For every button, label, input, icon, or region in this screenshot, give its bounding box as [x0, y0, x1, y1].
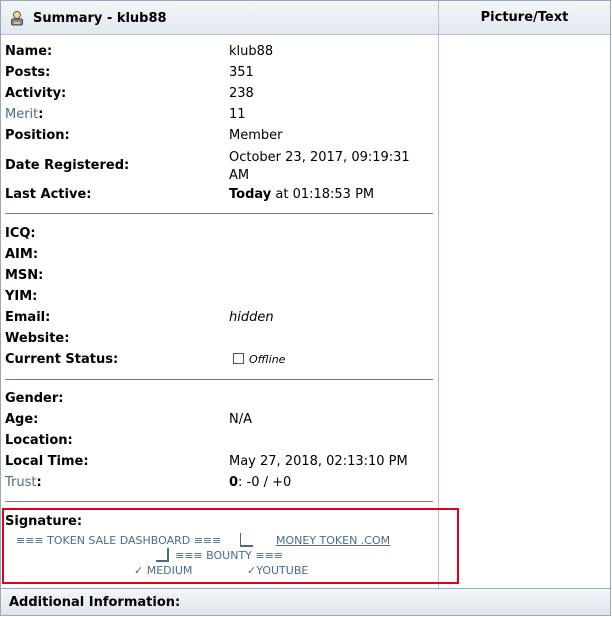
name-row: Name: klub88 — [5, 44, 430, 64]
last-active-label: Last Active: — [5, 187, 92, 202]
summary-title: Summary - klub88 — [33, 11, 167, 26]
msn-label: MSN: — [5, 268, 44, 283]
icq-label: ICQ: — [5, 226, 36, 241]
location-label: Location: — [5, 433, 73, 448]
yim-row: YIM: — [5, 289, 430, 309]
posts-row: Posts: 351 — [5, 65, 430, 85]
signature-youtube-link[interactable]: ✓YOUTUBE — [247, 564, 308, 577]
name-label: Name: — [5, 44, 53, 59]
additional-info-header: Additional Information: — [1, 588, 610, 615]
website-row: Website: — [5, 331, 430, 351]
trust-detail: : -0 / +0 — [238, 475, 292, 490]
logo-bracket-right-icon — [156, 548, 169, 562]
yim-label: YIM: — [5, 289, 38, 304]
user-icon — [11, 11, 23, 26]
msn-row: MSN: — [5, 268, 430, 288]
last-active-row: Last Active: Today at 01:18:53 PM — [5, 187, 430, 207]
divider-3 — [5, 501, 433, 502]
trust-label-wrap: Trust: — [5, 475, 42, 490]
offline-status-icon — [233, 353, 244, 364]
status-value: Offline — [233, 353, 285, 366]
position-value: Member — [229, 128, 283, 143]
name-value: klub88 — [229, 44, 274, 59]
local-time-value: May 27, 2018, 02:13:10 PM — [229, 454, 408, 469]
summary-header: Summary - klub88 — [1, 1, 438, 35]
trust-row: Trust: 0: -0 / +0 — [5, 475, 430, 495]
activity-row: Activity: 238 — [5, 86, 430, 106]
merit-row: Merit: 11 — [5, 107, 430, 127]
picture-text-header: Picture/Text — [439, 1, 610, 35]
posts-label: Posts: — [5, 65, 51, 80]
local-time-label: Local Time: — [5, 454, 89, 469]
email-value: hidden — [229, 310, 274, 325]
signature-highlight-box: ≡≡≡ TOKEN SALE DASHBOARD ≡≡≡ MONEY TOKEN… — [2, 508, 459, 584]
local-time-row: Local Time: May 27, 2018, 02:13:10 PM — [5, 454, 430, 474]
merit-value: 11 — [229, 107, 246, 122]
signature-line-1a[interactable]: ≡≡≡ TOKEN SALE DASHBOARD ≡≡≡ — [16, 534, 221, 547]
date-registered-label: Date Registered: — [5, 158, 130, 173]
age-label: Age: — [5, 412, 39, 427]
trust-score: 0 — [229, 475, 239, 490]
position-label: Position: — [5, 128, 70, 143]
logo-bracket-icon — [240, 533, 253, 547]
gender-row: Gender: — [5, 391, 430, 411]
signature-medium-link[interactable]: ✓ MEDIUM — [134, 564, 192, 577]
last-active-time: at 01:18:53 PM — [275, 187, 375, 202]
merit-label-wrap: Merit: — [5, 107, 44, 122]
aim-row: AIM: — [5, 247, 430, 267]
activity-label: Activity: — [5, 86, 67, 101]
divider-1 — [5, 213, 433, 214]
signature-line-2[interactable]: ≡≡≡ BOUNTY ≡≡≡ — [175, 549, 283, 562]
icq-row: ICQ: — [5, 226, 430, 246]
age-value: N/A — [229, 412, 252, 427]
status-label: Current Status: — [5, 352, 119, 367]
activity-value: 238 — [229, 86, 254, 101]
merit-link[interactable]: Merit — [5, 107, 38, 122]
status-row: Current Status: Offline — [5, 352, 430, 372]
website-label: Website: — [5, 331, 70, 346]
gender-label: Gender: — [5, 391, 64, 406]
age-row: Age: N/A — [5, 412, 430, 432]
trust-link[interactable]: Trust — [5, 475, 36, 490]
email-label: Email: — [5, 310, 51, 325]
location-row: Location: — [5, 433, 430, 453]
trust-value: 0: -0 / +0 — [229, 475, 291, 490]
aim-label: AIM: — [5, 247, 39, 262]
date-registered-value: October 23, 2017, 09:19:31 AM — [229, 150, 410, 183]
column-divider — [438, 1, 439, 588]
posts-value: 351 — [229, 65, 254, 80]
status-text: Offline — [249, 353, 286, 366]
divider-2 — [5, 379, 433, 380]
last-active-today: Today — [229, 187, 272, 202]
signature-line-1b[interactable]: MONEY TOKEN .COM — [276, 534, 390, 547]
last-active-value: Today at 01:18:53 PM — [229, 187, 374, 202]
date-registered-row: Date Registered: October 23, 2017, 09:19… — [5, 149, 430, 185]
position-row: Position: Member — [5, 128, 430, 148]
email-row: Email: hidden — [5, 310, 430, 330]
